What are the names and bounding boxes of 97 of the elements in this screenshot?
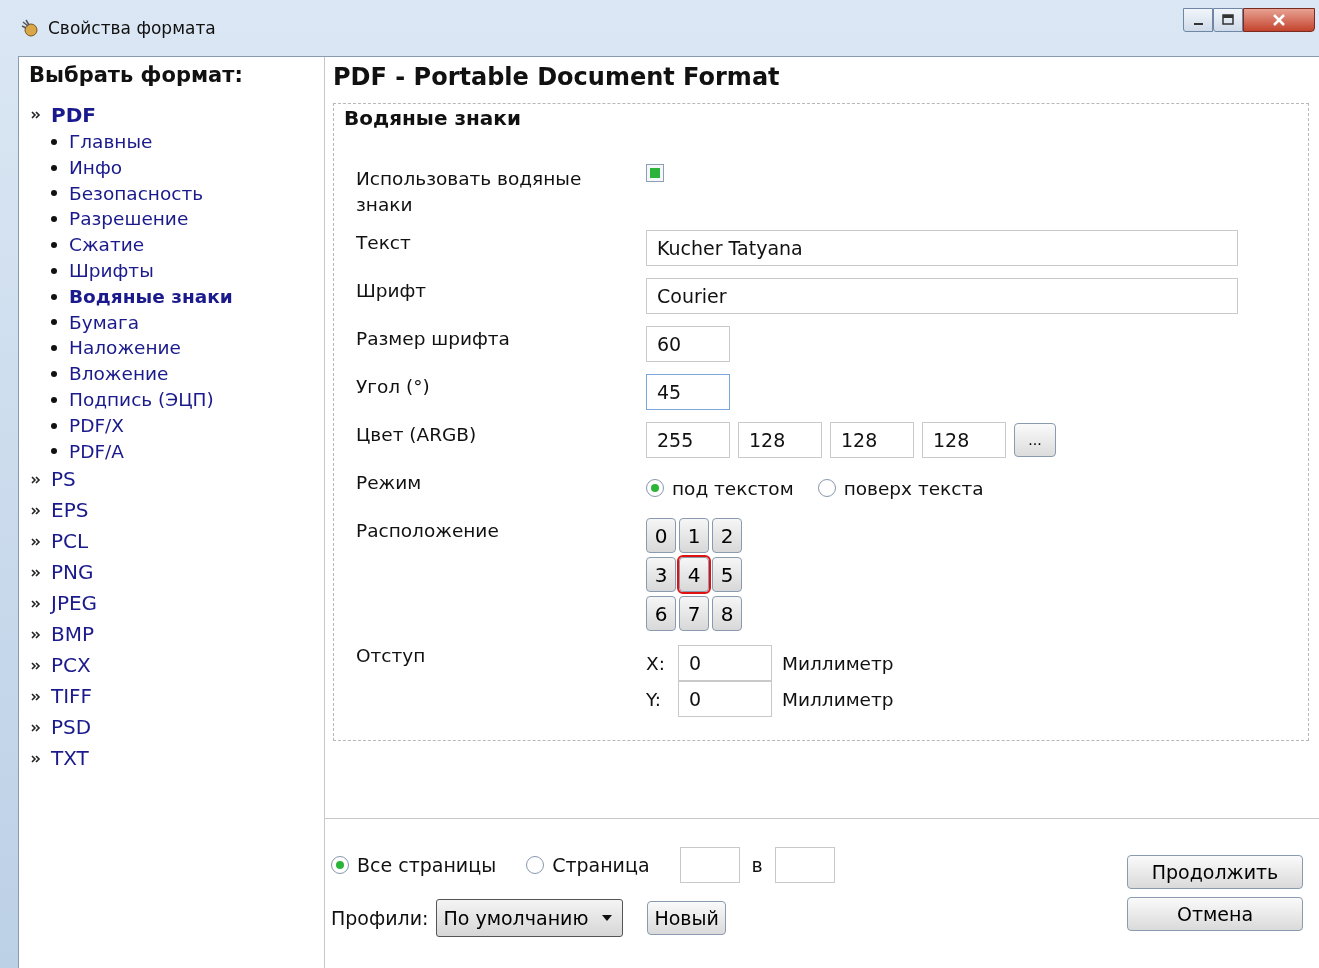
subsection-link[interactable]: PDF/X [29, 412, 324, 439]
double-chevron-icon [31, 475, 41, 484]
double-chevron-icon [31, 723, 41, 732]
format-link[interactable]: PCX [29, 650, 324, 682]
position-button[interactable]: 4 [679, 557, 709, 592]
double-chevron-icon [31, 630, 41, 639]
axis-label: X: [646, 652, 666, 674]
double-chevron-icon [31, 661, 41, 670]
field-label: Цвет (ARGB) [356, 423, 478, 447]
section-title: Водяные знаки [344, 106, 522, 130]
field-label: Расположение [356, 519, 500, 543]
subsection-link[interactable]: Сжатие [29, 232, 324, 258]
format-link[interactable]: JPEG [29, 588, 324, 620]
subsection-link[interactable]: Инфо [29, 154, 324, 181]
new-profile-button[interactable]: Новый [647, 901, 726, 935]
range-separator: в [751, 854, 763, 876]
input-field[interactable]: 45 [646, 374, 730, 410]
position-button[interactable]: 7 [679, 596, 709, 631]
subsection-link[interactable]: Бумага [29, 309, 324, 336]
position-button[interactable]: 3 [646, 557, 676, 592]
subsection-link[interactable]: Водяные знаки [29, 283, 324, 310]
profile-dropdown[interactable]: По умолчанию [436, 899, 624, 937]
subsection-link[interactable]: Наложение [29, 335, 324, 362]
input-field[interactable]: 0 [678, 645, 772, 681]
position-button[interactable]: 8 [712, 596, 742, 631]
radio-button[interactable] [331, 856, 349, 874]
unit-label: Миллиметр [782, 688, 894, 710]
format-link[interactable]: PCL [29, 526, 324, 558]
field-label: Режим [356, 471, 423, 495]
dialog-button[interactable]: Продолжить [1127, 855, 1303, 889]
position-button[interactable]: 0 [646, 518, 676, 553]
double-chevron-icon [31, 506, 41, 515]
radio-button[interactable] [526, 856, 545, 874]
field-label: Отступ [356, 644, 427, 668]
format-link[interactable]: TIFF [29, 681, 324, 713]
input-field[interactable]: 60 [646, 326, 730, 362]
maximize-icon [1221, 14, 1235, 26]
color-picker-button[interactable]: ... [1014, 423, 1056, 457]
radio-button[interactable] [817, 479, 836, 497]
field-label: Шрифт [356, 279, 428, 303]
subsection-link[interactable]: Безопасность [29, 180, 324, 207]
format-link[interactable]: PNG [29, 557, 324, 589]
format-link[interactable]: EPS [29, 495, 324, 527]
field-label: Использовать водяные знаки [356, 167, 583, 217]
input-field[interactable]: 128 [738, 422, 822, 458]
input-field[interactable]: 128 [830, 422, 914, 458]
input-field[interactable]: 0 [678, 681, 772, 717]
page-from-field[interactable] [679, 847, 740, 883]
format-title: PDF - Portable Document Format [333, 63, 781, 91]
subsection-link[interactable]: PDF/A [29, 438, 324, 465]
close-button[interactable] [1243, 8, 1315, 32]
field-label: Размер шрифта [356, 327, 511, 351]
radio-label: Страница [552, 854, 650, 876]
subsection-link[interactable]: Подпись (ЭЦП) [29, 386, 324, 413]
subsection-link[interactable]: Разрешение [29, 206, 324, 233]
input-field[interactable]: Courier [646, 278, 1238, 314]
position-button[interactable]: 2 [712, 518, 742, 553]
input-field[interactable]: 255 [646, 422, 730, 458]
double-chevron-icon [31, 568, 41, 577]
app-icon [20, 18, 40, 38]
subsection-link[interactable]: Шрифты [29, 258, 324, 284]
subsection-link[interactable]: Главные [29, 129, 324, 155]
radio-label: Все страницы [357, 854, 497, 876]
format-link[interactable]: TXT [29, 743, 324, 775]
input-field[interactable]: 128 [922, 422, 1006, 458]
subsection-link[interactable]: Вложение [29, 361, 324, 387]
double-chevron-icon [31, 754, 41, 763]
double-chevron-icon [31, 599, 41, 608]
page-to-field[interactable] [774, 847, 835, 883]
caret-icon [602, 915, 613, 921]
minimize-icon [1193, 23, 1203, 25]
maximize-button[interactable] [1213, 8, 1243, 32]
position-button[interactable]: 1 [679, 518, 709, 553]
field-label: Угол (°) [356, 375, 431, 399]
axis-label: Y: [646, 688, 663, 710]
radio-label: под текстом [672, 477, 794, 499]
radio-label: поверх текста [843, 477, 984, 499]
window-title: Свойства формата [48, 18, 216, 38]
unit-label: Миллиметр [782, 652, 894, 674]
position-button[interactable]: 5 [712, 557, 742, 592]
checkbox[interactable] [646, 164, 664, 182]
radio-button[interactable] [646, 479, 664, 497]
position-button[interactable]: 6 [646, 596, 676, 631]
sidebar-heading: Выбрать формат: [29, 63, 244, 87]
format-link[interactable]: BMP [29, 619, 324, 651]
format-link[interactable]: PS [29, 464, 324, 496]
field-label: Текст [356, 231, 412, 255]
input-field[interactable]: Kucher Tatyana [646, 230, 1238, 266]
double-chevron-icon [31, 537, 41, 546]
double-chevron-icon [31, 111, 41, 119]
dialog-button[interactable]: Отмена [1127, 897, 1303, 931]
close-icon [1272, 14, 1286, 26]
double-chevron-icon [31, 692, 41, 701]
profiles-label: Профили: [331, 907, 429, 929]
minimize-button[interactable] [1183, 8, 1213, 32]
format-link[interactable]: PSD [29, 712, 324, 744]
format-link[interactable]: PDF [29, 101, 324, 129]
